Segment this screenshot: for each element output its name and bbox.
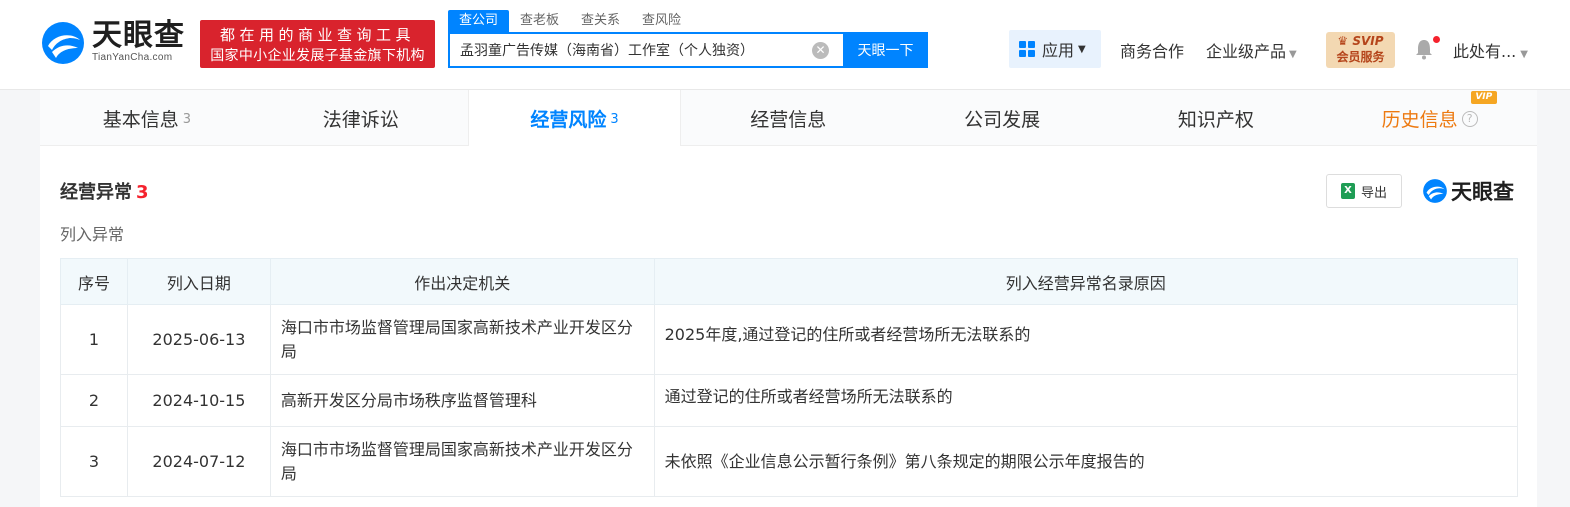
nav-business-cooperation[interactable]: 商务合作 — [1120, 38, 1184, 62]
watermark-logo-text: 天眼查 — [1451, 180, 1514, 204]
user-menu[interactable]: 此处有... ▼ — [1453, 38, 1528, 62]
search-type-tabs: 查公司 查老板 查关系 查风险 — [448, 10, 692, 32]
cell-authority: 海口市市场监督管理局国家高新技术产业开发区分局 — [269, 426, 655, 497]
tab-label: 公司发展 — [964, 108, 1041, 131]
tab-label: 基本信息 — [102, 108, 179, 131]
tab-label: 知识产权 — [1177, 108, 1254, 131]
table-row: 1 2025-06-13 海口市市场监督管理局国家高新技术产业开发区分局 202… — [60, 304, 1519, 375]
slogan-banner: 都在用的商业查询工具 国家中小企业发展子基金旗下机构 — [200, 20, 435, 68]
svip-button[interactable]: ♛ SVIP 会员服务 — [1326, 32, 1395, 68]
caret-down-icon: ▼ — [1078, 43, 1086, 55]
tab-intellectual-property[interactable]: 知识产权 — [1109, 90, 1323, 146]
tianyancha-eye-icon — [42, 22, 84, 64]
col-header-authority: 作出决定机关 — [269, 258, 655, 305]
caret-down-icon: ▼ — [1289, 49, 1297, 60]
cell-date: 2025-06-13 — [126, 304, 271, 375]
tab-operating-info[interactable]: 经营信息 — [681, 90, 895, 146]
watermark-logo: 天眼查 — [1422, 176, 1514, 206]
search-tab-relation[interactable]: 查关系 — [570, 10, 631, 32]
abnormal-operation-table: 序号 列入日期 作出决定机关 列入经营异常名录原因 1 2025-06-13 海… — [60, 258, 1519, 497]
tab-operating-risk[interactable]: 经营风险 3 — [467, 90, 682, 146]
user-name-label: 此处有... — [1453, 42, 1517, 61]
logo-domain: TianYanCha.com — [92, 52, 173, 63]
table-row: 2 2024-10-15 高新开发区分局市场秩序监督管理科 通过登记的住所或者经… — [60, 374, 1519, 427]
tab-legal[interactable]: 法律诉讼 — [254, 90, 468, 146]
cell-no: 1 — [60, 304, 128, 375]
section-subtitle: 列入异常 — [60, 225, 125, 244]
apps-label: 应用 — [1042, 41, 1075, 60]
tianyancha-eye-icon — [1423, 179, 1447, 203]
search-input[interactable] — [450, 34, 806, 66]
export-label: 导出 — [1360, 185, 1387, 201]
tab-count: 3 — [182, 112, 192, 127]
top-header: 天眼查 TianYanCha.com 都在用的商业查询工具 国家中小企业发展子基… — [0, 0, 1570, 90]
table-row: 3 2024-07-12 海口市市场监督管理局国家高新技术产业开发区分局 未依照… — [60, 426, 1519, 497]
export-button[interactable]: X 导出 — [1326, 174, 1402, 208]
help-icon[interactable]: ? — [1461, 111, 1478, 127]
section-title: 经营异常 3 — [60, 178, 149, 204]
col-header-date: 列入日期 — [126, 258, 271, 305]
tab-label: 法律诉讼 — [322, 108, 399, 131]
risk-content-panel: 经营异常 3 列入异常 X 导出 天眼查 序号 列入日期 作出决定机关 列入经营异… — [40, 146, 1537, 507]
slogan-line1: 都在用的商业查询工具 — [219, 26, 415, 44]
col-header-no: 序号 — [60, 258, 128, 305]
cell-date: 2024-10-15 — [126, 374, 271, 427]
tab-company-development[interactable]: 公司发展 — [895, 90, 1109, 146]
cell-reason: 未依照《企业信息公示暂行条例》第八条规定的期限公示年度报告的 — [653, 426, 1519, 497]
clear-icon[interactable]: ✕ — [812, 42, 829, 59]
notification-dot — [1433, 36, 1440, 43]
cell-authority: 海口市市场监督管理局国家高新技术产业开发区分局 — [269, 304, 655, 375]
tab-count: 3 — [610, 112, 619, 127]
vip-badge: VIP — [1470, 91, 1497, 104]
apps-button[interactable]: 应用 ▼ — [1009, 30, 1101, 68]
col-header-reason: 列入经营异常名录原因 — [653, 258, 1519, 305]
bell-icon[interactable] — [1414, 38, 1434, 60]
cell-reason: 通过登记的住所或者经营场所无法联系的 — [653, 374, 1519, 427]
logo-text: 天眼查 — [92, 18, 185, 53]
excel-icon: X — [1340, 183, 1355, 199]
tianyancha-logo[interactable]: 天眼查 TianYanCha.com — [40, 18, 192, 68]
tab-label: 历史信息 — [1381, 108, 1458, 131]
search-tab-boss[interactable]: 查老板 — [509, 10, 570, 32]
section-count: 3 — [136, 182, 149, 203]
tab-label: 经营风险 — [530, 108, 607, 131]
tab-label: 经营信息 — [750, 108, 827, 131]
cell-reason: 2025年度,通过登记的住所或者经营场所无法联系的 — [653, 304, 1519, 375]
svip-crown-label: ♛ SVIP — [1337, 34, 1384, 48]
table-header-row: 序号 列入日期 作出决定机关 列入经营异常名录原因 — [60, 258, 1519, 305]
cell-no: 3 — [60, 426, 128, 497]
search-tab-company[interactable]: 查公司 — [448, 10, 510, 32]
section-title-text: 经营异常 — [60, 182, 132, 203]
cell-no: 2 — [60, 374, 128, 427]
slogan-line2: 国家中小企业发展子基金旗下机构 — [210, 48, 425, 64]
caret-down-icon: ▼ — [1520, 49, 1528, 60]
tab-history-info[interactable]: 历史信息 ? VIP — [1323, 90, 1537, 146]
search-box: ✕ — [448, 32, 844, 68]
nav-enterprise-products[interactable]: 企业级产品 ▼ — [1206, 38, 1297, 62]
svip-service-label: 会员服务 — [1336, 50, 1385, 64]
tab-basic-info[interactable]: 基本信息 3 — [40, 90, 254, 146]
search-button[interactable]: 天眼一下 — [843, 32, 928, 68]
apps-grid-icon — [1019, 41, 1035, 57]
cell-authority: 高新开发区分局市场秩序监督管理科 — [269, 374, 655, 427]
search-tab-risk[interactable]: 查风险 — [631, 10, 692, 32]
cell-date: 2024-07-12 — [126, 426, 271, 497]
nav-enterprise-label: 企业级产品 — [1206, 42, 1287, 61]
company-tabs: 基本信息 3 法律诉讼 经营风险 3 经营信息 公司发展 知识产权 历史信息 ? V… — [40, 90, 1537, 146]
